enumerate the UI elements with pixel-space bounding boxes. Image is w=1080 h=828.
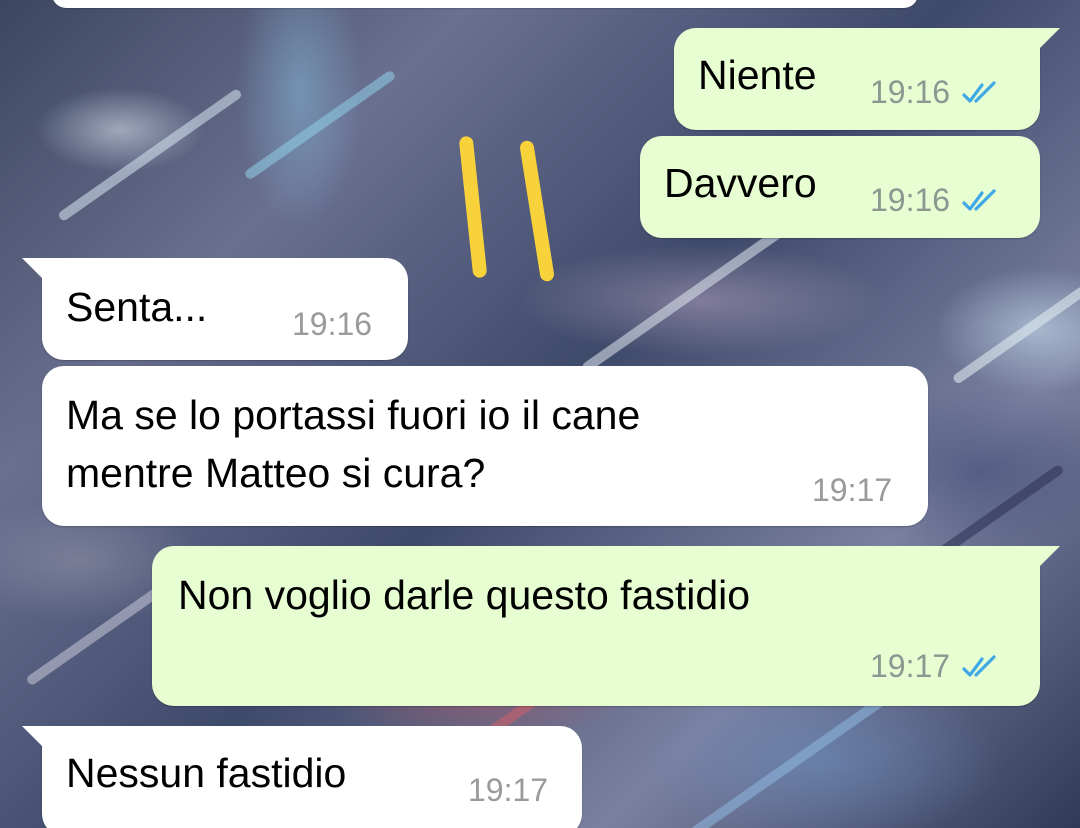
message-text: Ma se lo portassi fuori io il cane mentr… bbox=[66, 392, 641, 496]
double-check-read-icon bbox=[962, 188, 996, 211]
outgoing-message-bubble[interactable]: Non voglio darle questo fastidio 19:17 bbox=[152, 546, 1060, 706]
message-text: Non voglio darle questo fastidio bbox=[178, 572, 751, 618]
incoming-message-bubble[interactable]: Ma se lo portassi fuori io il cane mentr… bbox=[42, 366, 928, 526]
marker-stroke bbox=[518, 139, 556, 283]
incoming-message-bubble[interactable]: Senta... 19:16 bbox=[22, 258, 408, 360]
message-text: Nessun fastidio bbox=[66, 750, 347, 796]
outgoing-message-bubble[interactable]: Davvero 19:16 bbox=[640, 136, 1040, 238]
message-time: 19:16 bbox=[870, 74, 951, 110]
double-check-read-icon bbox=[962, 80, 996, 103]
message-meta: 19:17 bbox=[870, 648, 1004, 685]
message-meta: 19:16 bbox=[870, 182, 1004, 219]
message-meta: 19:17 bbox=[468, 772, 548, 809]
message-time: 19:17 bbox=[812, 472, 893, 508]
message-text: Davvero bbox=[664, 160, 817, 206]
outgoing-message-bubble[interactable]: Niente 19:16 bbox=[674, 28, 1060, 130]
double-check-read-icon bbox=[962, 654, 996, 677]
message-time: 19:17 bbox=[870, 648, 951, 684]
incoming-message-bubble[interactable]: Nessun fastidio 19:17 bbox=[22, 726, 582, 828]
message-meta: 19:17 bbox=[812, 472, 892, 509]
message-meta: 19:16 bbox=[870, 74, 1004, 111]
wallpaper-streak bbox=[243, 69, 397, 181]
message-time: 19:16 bbox=[870, 182, 951, 218]
message-time: 19:17 bbox=[468, 772, 549, 808]
message-meta: 19:16 bbox=[292, 306, 372, 343]
message-text: Niente bbox=[698, 52, 817, 98]
marker-stroke bbox=[458, 135, 488, 279]
previous-message-bubble-edge bbox=[52, 0, 918, 8]
wallpaper-streak bbox=[57, 87, 243, 223]
message-time: 19:16 bbox=[292, 306, 373, 342]
wallpaper-streak bbox=[951, 285, 1080, 385]
message-text: Senta... bbox=[66, 284, 208, 330]
wallpaper-streak bbox=[580, 216, 800, 374]
